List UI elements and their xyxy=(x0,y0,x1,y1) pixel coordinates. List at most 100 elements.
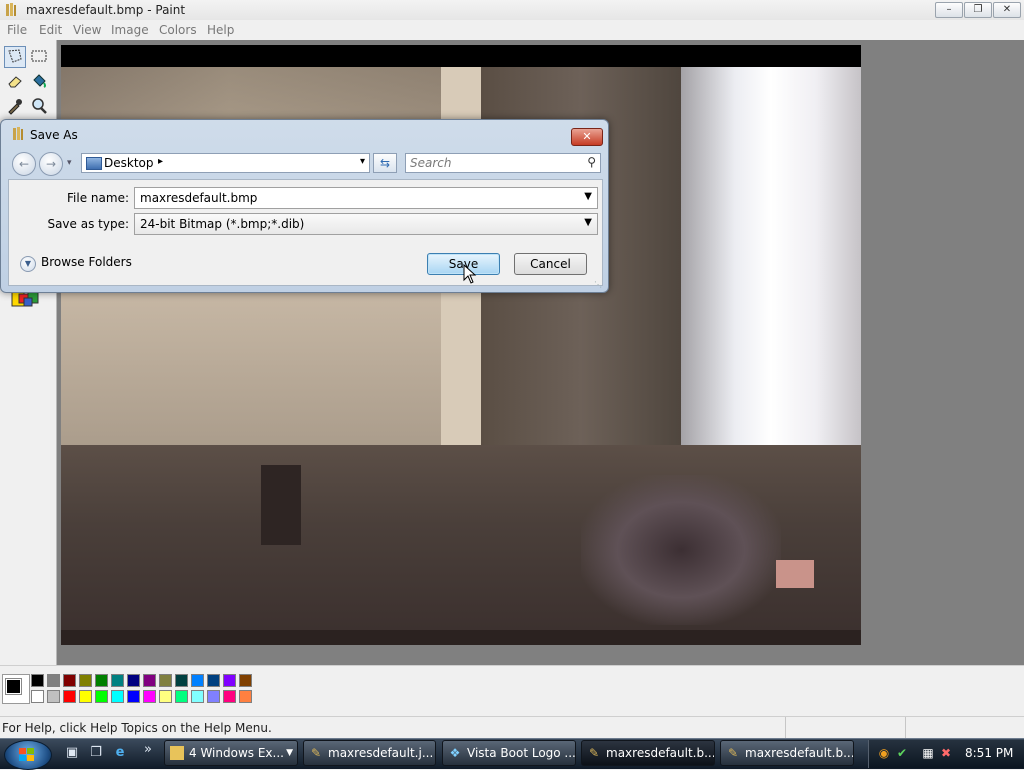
color-swatch[interactable] xyxy=(127,674,140,687)
maximize-button[interactable]: ❐ xyxy=(964,2,992,18)
color-swatch[interactable] xyxy=(79,674,92,687)
fill-bucket-icon[interactable] xyxy=(28,71,50,93)
color-swatch[interactable] xyxy=(191,690,204,703)
save-type-select[interactable]: 24-bit Bitmap (*.bmp;*.dib) ▼ xyxy=(134,213,598,235)
task-label: 4 Windows Ex... xyxy=(189,746,284,760)
color-swatch[interactable] xyxy=(47,690,60,703)
file-name-field[interactable]: maxresdefault.bmp ▼ xyxy=(134,187,598,209)
taskbar-item-explorer[interactable]: 4 Windows Ex... ▼ xyxy=(164,740,298,766)
volume-muted-icon[interactable]: ✖ xyxy=(939,746,953,760)
color-swatch[interactable] xyxy=(79,690,92,703)
minimize-button[interactable]: – xyxy=(935,2,963,18)
quicklaunch-more-icon[interactable]: » xyxy=(140,742,156,758)
menu-view[interactable]: View xyxy=(73,23,101,37)
color-swatch[interactable] xyxy=(175,674,188,687)
eraser-icon[interactable] xyxy=(4,71,26,93)
chevron-down-icon[interactable]: ▼ xyxy=(584,217,592,228)
color-swatch[interactable] xyxy=(159,674,172,687)
magnifier-icon[interactable] xyxy=(28,96,50,118)
color-swatch[interactable] xyxy=(207,690,220,703)
window-titlebar: maxresdefault.bmp - Paint – ❐ ✕ xyxy=(0,0,1024,21)
color-swatch[interactable] xyxy=(63,690,76,703)
taskbar-item-vista-boot-logo[interactable]: ❖ Vista Boot Logo ... xyxy=(442,740,576,766)
search-icon: ⚲ xyxy=(587,155,596,169)
menu-colors[interactable]: Colors xyxy=(159,23,197,37)
switch-windows-icon[interactable]: ❐ xyxy=(88,745,104,761)
folder-icon xyxy=(170,746,184,760)
free-form-select-icon[interactable] xyxy=(4,46,26,68)
color-swatch[interactable] xyxy=(223,674,236,687)
file-name-value: maxresdefault.bmp xyxy=(140,191,258,205)
menu-bar: File Edit View Image Colors Help xyxy=(0,20,1024,40)
address-bar[interactable]: Desktop ▸ ▾ xyxy=(81,153,370,173)
menu-file[interactable]: File xyxy=(7,23,27,37)
paint-app-icon xyxy=(13,127,23,140)
task-label: maxresdefault.b... xyxy=(745,746,854,760)
color-swatch[interactable] xyxy=(95,690,108,703)
checkmark-shield-icon[interactable]: ✔ xyxy=(895,746,909,760)
windows-logo-icon xyxy=(19,748,34,761)
task-label: maxresdefault.j... xyxy=(328,746,434,760)
color-swatch[interactable] xyxy=(111,674,124,687)
menu-help[interactable]: Help xyxy=(207,23,234,37)
paint-icon: ✎ xyxy=(588,746,600,760)
color-swatch[interactable] xyxy=(63,674,76,687)
color-swatch[interactable] xyxy=(223,690,236,703)
paint-icon: ✎ xyxy=(727,746,739,760)
chevron-down-icon: ▼ xyxy=(286,748,293,758)
color-swatch[interactable] xyxy=(159,690,172,703)
save-as-dialog: Save As ✕ ← → ▾ Desktop ▸ ▾ ⇆ Search ⚲ F… xyxy=(0,119,609,293)
chevron-down-icon[interactable]: ▼ xyxy=(584,191,592,202)
internet-explorer-icon[interactable]: e xyxy=(112,745,128,761)
clock[interactable]: 8:51 PM xyxy=(965,746,1013,760)
color-swatch[interactable] xyxy=(47,674,60,687)
refresh-icon[interactable]: ⇆ xyxy=(373,153,397,173)
dialog-close-button[interactable]: ✕ xyxy=(571,128,603,146)
color-swatch[interactable] xyxy=(207,674,220,687)
paint-app-icon xyxy=(6,3,16,16)
save-type-value: 24-bit Bitmap (*.bmp;*.dib) xyxy=(140,217,305,231)
window-title: maxresdefault.bmp - Paint xyxy=(26,3,186,17)
address-location: Desktop xyxy=(104,156,154,170)
file-name-label: File name: xyxy=(67,191,129,205)
menu-image[interactable]: Image xyxy=(111,23,149,37)
save-type-label: Save as type: xyxy=(47,217,129,231)
color-swatch[interactable] xyxy=(175,690,188,703)
rect-select-icon[interactable] xyxy=(28,46,50,68)
taskbar-item-paint-bmp[interactable]: ✎ maxresdefault.b... xyxy=(720,740,854,766)
show-desktop-icon[interactable]: ▣ xyxy=(64,745,80,761)
color-swatch[interactable] xyxy=(191,674,204,687)
resize-grip-icon[interactable]: ⋱ xyxy=(594,280,602,289)
start-button[interactable] xyxy=(4,740,52,770)
color-swatch[interactable] xyxy=(95,674,108,687)
system-tray: ◉ ✔ ▦ ✖ 8:51 PM xyxy=(868,740,1024,768)
taskbar-item-paint-jpg[interactable]: ✎ maxresdefault.j... xyxy=(303,740,436,766)
taskbar-item-paint-bmp-active[interactable]: ✎ maxresdefault.b... xyxy=(581,740,715,766)
color-picker-icon[interactable] xyxy=(4,96,26,118)
address-dropdown-icon[interactable]: ▾ xyxy=(360,156,365,167)
color-swatch[interactable] xyxy=(31,690,44,703)
color-swatch[interactable] xyxy=(127,690,140,703)
back-arrow-icon[interactable]: ← xyxy=(12,152,36,176)
expand-icon: ▼ xyxy=(20,256,36,272)
color-swatch[interactable] xyxy=(239,674,252,687)
breadcrumb-arrow-icon[interactable]: ▸ xyxy=(158,156,163,167)
status-bar: For Help, click Help Topics on the Help … xyxy=(0,716,1024,739)
dialog-title: Save As xyxy=(30,128,78,142)
cancel-button[interactable]: Cancel xyxy=(514,253,587,275)
color-swatch[interactable] xyxy=(239,690,252,703)
browser-tray-icon[interactable]: ◉ xyxy=(877,746,891,760)
mouse-cursor-icon xyxy=(463,264,477,284)
search-placeholder: Search xyxy=(410,156,452,170)
recent-pages-chevron-icon[interactable]: ▾ xyxy=(67,158,72,168)
color-swatch[interactable] xyxy=(143,690,156,703)
menu-edit[interactable]: Edit xyxy=(39,23,62,37)
close-button[interactable]: ✕ xyxy=(993,2,1021,18)
network-icon[interactable]: ▦ xyxy=(921,746,935,760)
color-swatch[interactable] xyxy=(31,674,44,687)
color-swatch[interactable] xyxy=(143,674,156,687)
color-swatch[interactable] xyxy=(111,690,124,703)
search-input[interactable]: Search ⚲ xyxy=(405,153,601,173)
forward-arrow-icon[interactable]: → xyxy=(39,152,63,176)
task-label: maxresdefault.b... xyxy=(606,746,715,760)
